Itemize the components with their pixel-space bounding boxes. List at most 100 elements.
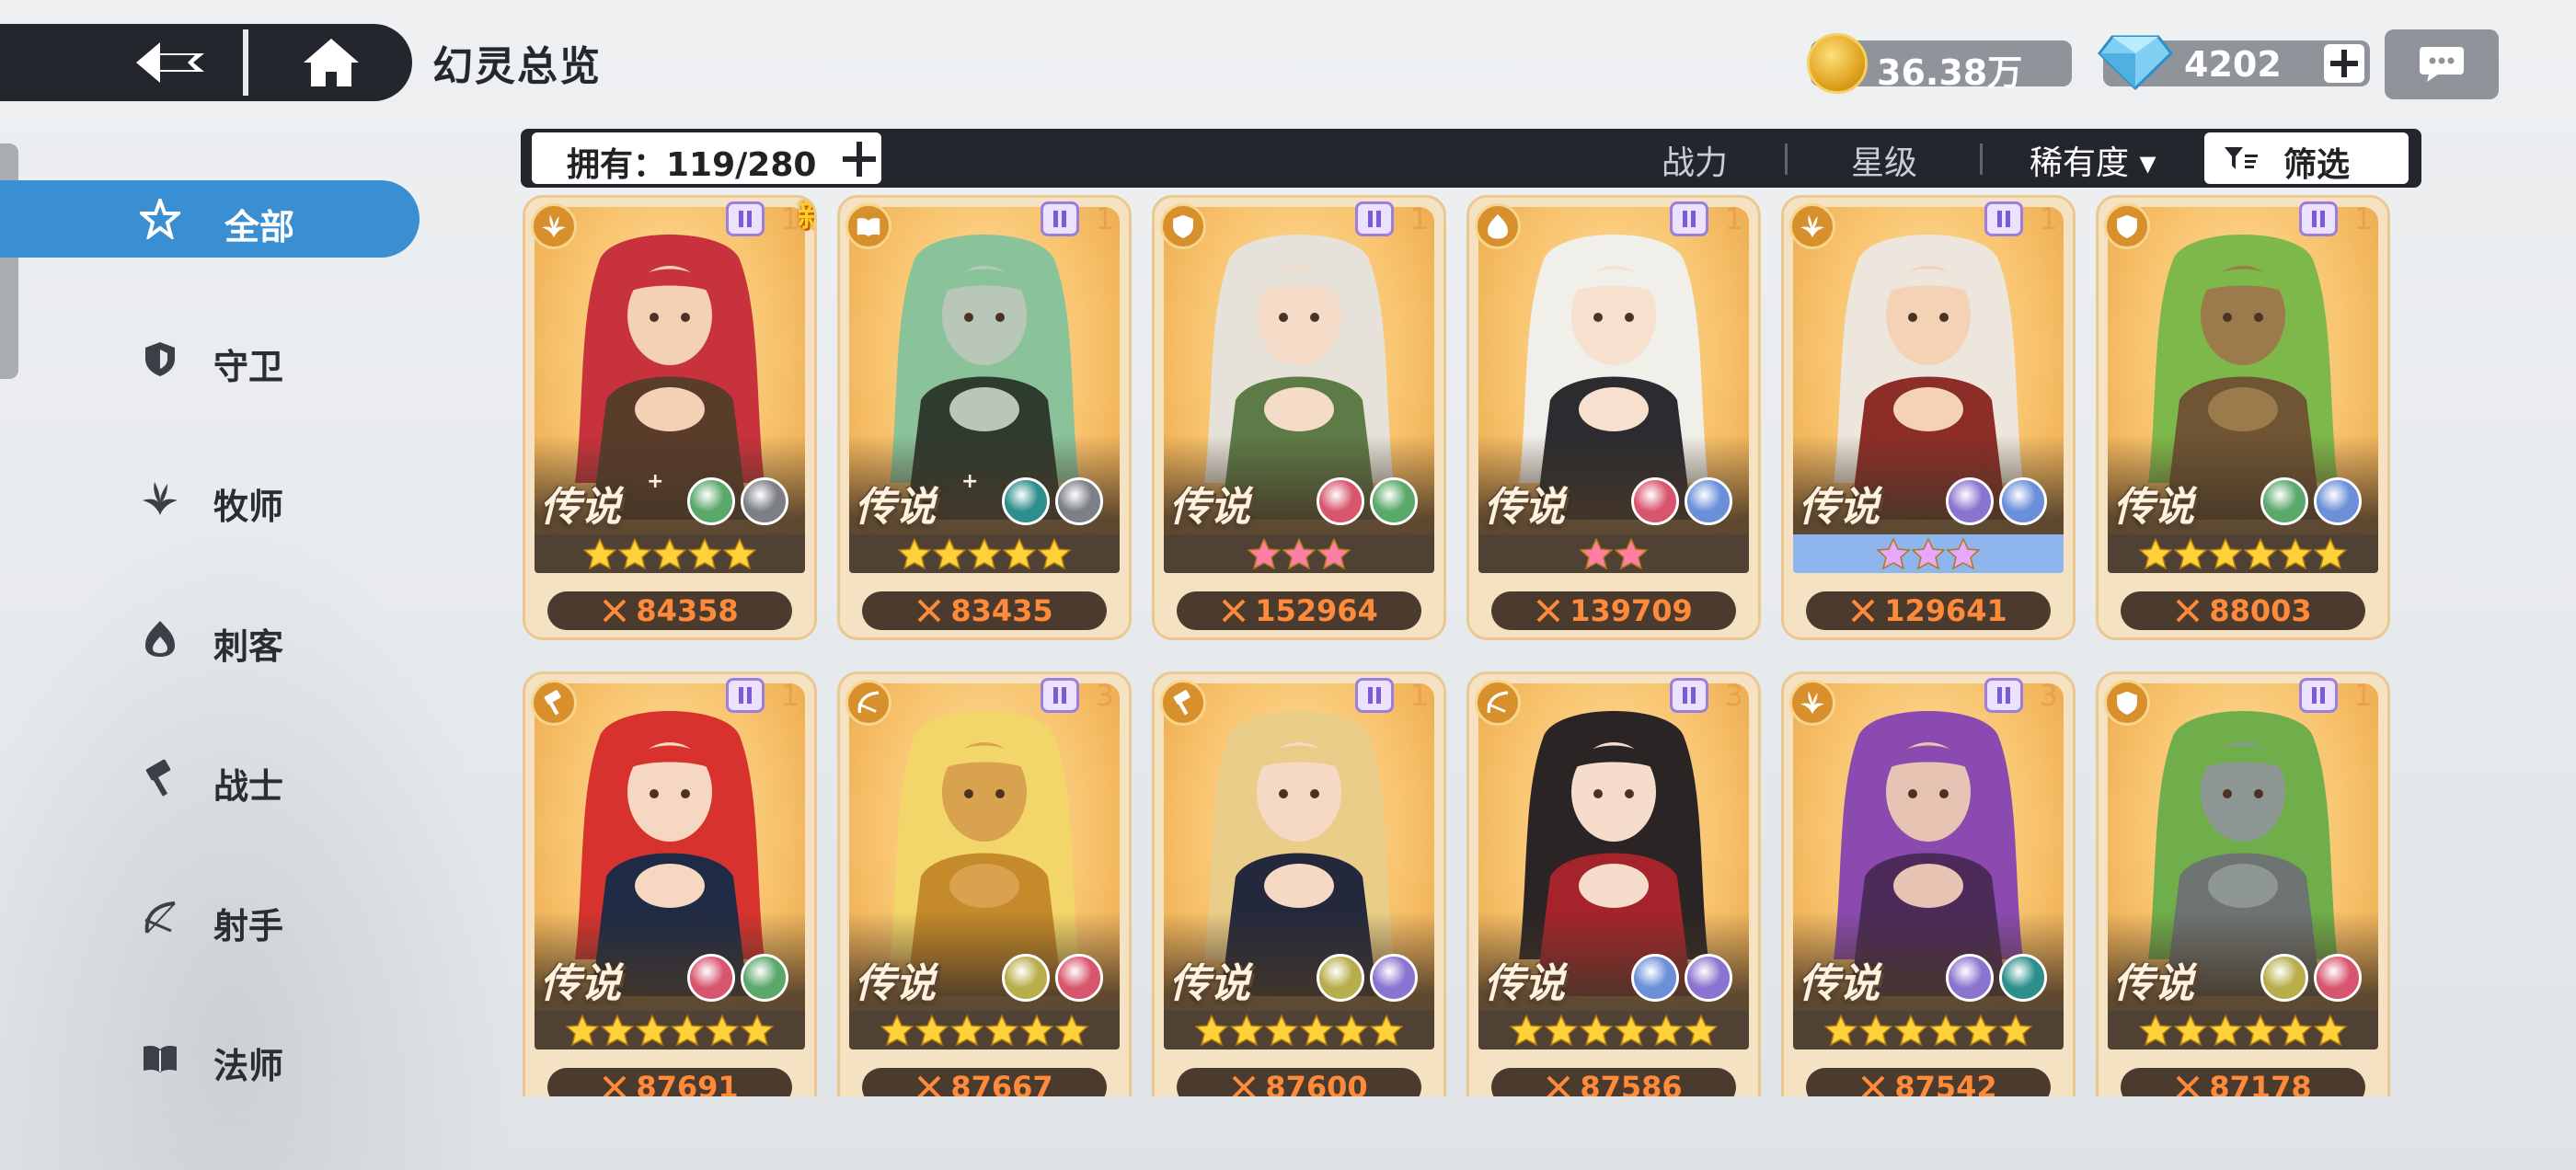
add-gems-button[interactable] (2324, 44, 2364, 83)
warrior-hammer-icon (145, 759, 171, 797)
power-value: 87691 (636, 1070, 739, 1096)
filter-label: 筛选 (2283, 146, 2351, 184)
star-icon (1265, 1015, 1298, 1046)
star-icon (1003, 538, 1036, 569)
star-icon (1038, 538, 1071, 569)
rarity-label: 传说 (1169, 484, 1250, 531)
assassin-flame-icon (1488, 214, 1508, 239)
crossed-swords-icon (1547, 1075, 1570, 1096)
power-value: 87600 (1265, 1070, 1368, 1096)
sidebar-item-all[interactable]: 全部 (0, 180, 420, 258)
element-icon (1946, 954, 1994, 1002)
sidebar-item-priest[interactable]: 牧师 (0, 460, 420, 537)
star-rating (2108, 1011, 2378, 1050)
tier-badge (1355, 678, 1394, 713)
sidebar-item-label: 射手 (213, 906, 284, 946)
hero-card[interactable]: 1 传说 87691 (523, 671, 817, 1096)
star-icon (880, 1015, 914, 1046)
hero-level: 1 (2039, 201, 2058, 236)
element-icon (741, 954, 788, 1002)
hero-card[interactable]: 3 传说 87586 (1466, 671, 1761, 1096)
star-icon (1282, 538, 1316, 569)
sort-divider (1980, 143, 1983, 175)
hero-card[interactable]: 1 传说 87600 (1152, 671, 1446, 1096)
sort-by-rarity[interactable]: 稀有度 ▾ (2030, 136, 2156, 184)
class-badge (1789, 680, 1835, 726)
star-icon (985, 1015, 1018, 1046)
crossed-swords-icon (1851, 599, 1875, 623)
filter-bar: 拥有：119/280 战力 星级 稀有度 ▾ 筛选 (521, 129, 2421, 188)
star-icon (566, 1015, 599, 1046)
sort-by-star[interactable]: 星级 (1851, 136, 1917, 184)
power-badge: 83435 (862, 591, 1107, 630)
home-button[interactable] (276, 24, 386, 101)
crossed-swords-icon (1222, 599, 1246, 623)
hero-card[interactable]: 1 传说 129641 (1781, 195, 2076, 640)
gold-currency: 36.38万 (1807, 33, 2072, 94)
crossed-swords-icon (1536, 599, 1560, 623)
power-badge: 87600 (1177, 1068, 1421, 1096)
sort-by-power[interactable]: 战力 (1662, 136, 1728, 184)
element-icon (2314, 954, 2362, 1002)
hero-card[interactable]: 1 传说 152964 (1152, 195, 1446, 640)
hero-card[interactable]: 1 传说 88003 (2096, 195, 2390, 640)
sidebar-item-warrior[interactable]: 战士 (0, 740, 420, 817)
star-icon (1877, 538, 1910, 569)
rarity-label: 传说 (1484, 960, 1565, 1007)
sidebar-item-label: 刺客 (213, 626, 284, 667)
rarity-label: 传说 (855, 484, 936, 531)
star-icon (1510, 1015, 1543, 1046)
class-badge (1160, 680, 1206, 726)
tier-badge (1984, 201, 2023, 236)
element-icon (1370, 477, 1418, 525)
star-icon (636, 1015, 669, 1046)
mage-book-icon (144, 1046, 177, 1072)
hero-card[interactable]: 1 传说 87178 (2096, 671, 2390, 1096)
hero-card[interactable]: 1 传说 139709 (1466, 195, 1761, 640)
element-icon (1002, 477, 1050, 525)
hero-level: 1 (2353, 678, 2373, 713)
rarity-label: 传说 (855, 960, 936, 1007)
star-icon (671, 1015, 704, 1046)
chat-button[interactable] (2385, 29, 2499, 99)
sidebar-item-archer[interactable]: 射手 (0, 879, 420, 957)
archer-bow-icon (1487, 691, 1509, 714)
back-button[interactable] (110, 24, 230, 101)
star-icon (1317, 538, 1351, 569)
power-value: 83435 (950, 593, 1053, 628)
star-icon (1545, 1015, 1578, 1046)
element-icon (1370, 954, 1418, 1002)
element-icon (1002, 954, 1050, 1002)
star-icon (601, 1015, 634, 1046)
top-nav-bar (0, 24, 412, 101)
tier-badge (2299, 678, 2338, 713)
filter-button[interactable]: 筛选 (2204, 132, 2409, 184)
priest-wing-icon (1800, 691, 1824, 715)
hero-card[interactable]: 1 新 传说 + 84358 (523, 195, 817, 640)
star-icon (688, 538, 721, 569)
class-badge (531, 680, 577, 726)
hero-card[interactable]: 3 传说 87542 (1781, 671, 2076, 1096)
element-icon (1999, 477, 2047, 525)
hero-card[interactable]: 3 传说 87667 (837, 671, 1132, 1096)
sidebar-item-guard[interactable]: 守卫 (0, 320, 420, 397)
crossed-swords-icon (917, 1075, 941, 1096)
hero-level: 1 (780, 678, 799, 713)
owned-count: 拥有：119/280 (567, 146, 817, 184)
power-badge: 152964 (1177, 591, 1421, 630)
filter-funnel-icon (2225, 147, 2258, 169)
gem-amount: 4202 (2184, 44, 2282, 85)
hero-card[interactable]: 1 传说 + 83435 (837, 195, 1132, 640)
star-icon (1685, 1015, 1718, 1046)
power-badge: 139709 (1491, 591, 1736, 630)
power-badge: 88003 (2121, 591, 2365, 630)
class-badge (2104, 680, 2150, 726)
sidebar-item-assassin[interactable]: 刺客 (0, 600, 420, 677)
sidebar-item-mage[interactable]: 法师 (0, 1019, 420, 1096)
owned-count-button[interactable]: 拥有：119/280 (532, 132, 881, 184)
element-icon (2260, 477, 2308, 525)
class-badge (1475, 203, 1521, 249)
star-rating (2108, 534, 2378, 573)
priest-wing-icon (1800, 214, 1824, 238)
gold-amount: 36.38万 (1877, 52, 2023, 93)
